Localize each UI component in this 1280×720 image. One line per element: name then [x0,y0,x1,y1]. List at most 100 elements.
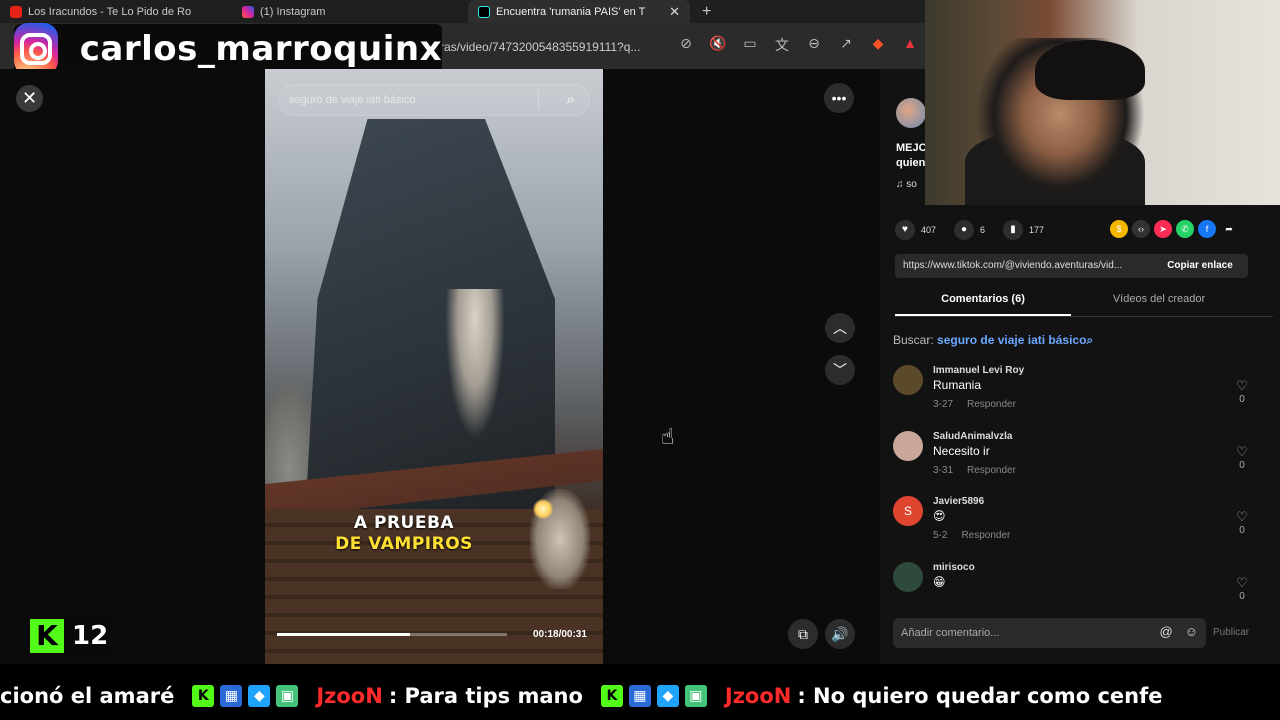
video-progress-bar[interactable] [277,633,507,636]
commenter-name[interactable]: SaludAnimalvzla [933,431,1012,442]
commenter-avatar[interactable] [893,365,923,395]
comment-meta: 5-2 Responder [933,530,1010,541]
volume-button[interactable]: 🔊 [825,619,855,649]
comment-like[interactable]: ♡ 0 [1235,445,1249,473]
url-field[interactable]: ras/video/7473200548355919111?q... [440,40,640,54]
copy-link-button[interactable]: Copiar enlace [1152,254,1248,278]
comment-stat[interactable]: ● 6 [954,220,985,240]
like-count: 407 [921,225,937,235]
share-icon[interactable]: ↗ [836,35,856,55]
heart-outline-icon: ♡ [1236,509,1248,524]
facebook-icon[interactable]: f [1198,220,1216,238]
ticker-content: cionó el amaré K ▦ ◆ ▣ JzooN : Para tips… [0,684,1181,708]
video-time: 00:18/00:31 [533,629,587,640]
cube-badge-icon: ◆ [656,685,679,707]
comment-meta: 3-31 Responder [933,465,1016,476]
search-icon: ⌕ [1086,333,1094,347]
comment-like-count: 0 [1239,525,1245,536]
search-icon[interactable]: ⌕ [567,91,575,108]
caption-line1: A PRUEBA [353,513,455,533]
ticker-username: JzooN [316,684,383,708]
tab-youtube[interactable]: Los Iracundos - Te Lo Pido de Ro [0,0,232,23]
tab-instagram[interactable]: (1) Instagram [232,0,468,23]
brave-shield-icon[interactable]: ◆ [868,35,888,55]
emoji-icon[interactable]: ☺ [1185,624,1198,639]
embed-icon[interactable]: ‹› [1132,220,1150,238]
left-backdrop [0,69,265,664]
buscar-query[interactable]: seguro de viaje iati básico [937,333,1086,347]
more-options-button[interactable]: ••• [824,83,854,113]
tab-tiktok[interactable]: Encuentra 'rumania PAIS' en T ✕ [468,0,690,23]
badge-group: K ▦ ◆ ▣ [600,685,707,707]
add-comment-input[interactable]: Añadir comentario... [901,627,999,639]
translate-icon[interactable]: 文 [772,35,792,55]
bookmark-icon: ▮ [1003,220,1024,240]
tab-close-icon[interactable]: ✕ [669,4,680,20]
previous-video-button[interactable]: ︿ [825,313,855,343]
reply-button[interactable]: Responder [967,399,1016,410]
music-label[interactable]: ♫ so [896,179,917,190]
comment-text: 😁 [933,575,946,589]
zoom-icon[interactable]: ⊖ [804,35,824,55]
tab-creator-videos[interactable]: Vídeos del creador [1071,293,1247,316]
creator-avatar[interactable] [896,98,926,128]
figure-image [445,289,505,439]
commenter-avatar[interactable]: S [893,496,923,526]
ticker-username: JzooN [724,684,792,708]
translate-off-icon[interactable]: ⊘ [676,35,696,55]
tab-comments[interactable]: Comentarios (6) [895,293,1071,316]
commenter-avatar[interactable] [893,562,923,592]
share-buttons: $ ‹› ➤ ✆ f ➦ [1110,220,1238,238]
comment-item: S Javier5896 😍 5-2 Responder ♡ 0 [893,496,1253,552]
video-link[interactable]: https://www.tiktok.com/@viviendo.aventur… [903,260,1153,271]
cast-icon[interactable]: ▭ [740,35,760,55]
reply-button[interactable]: Responder [961,530,1010,541]
mention-icon[interactable]: @ [1160,624,1173,639]
panel-tabs: Comentarios (6) Vídeos del creador [895,293,1273,317]
next-video-button[interactable]: ﹀ [825,355,855,385]
divider [538,92,539,110]
heart-outline-icon: ♡ [1236,575,1248,590]
gift-badge-icon: ▣ [684,685,707,707]
miniplayer-button[interactable]: ⧉ [788,619,818,649]
comment-icon: ● [954,220,975,240]
tab-label: Los Iracundos - Te Lo Pido de Ro [28,5,192,18]
video-player[interactable]: seguro de viaje iati básico ⌕ A PRUEBA D… [265,69,603,664]
progress-fill [277,633,411,636]
comment-like-count: 0 [1239,591,1245,600]
commenter-name[interactable]: Immanuel Levi Roy [933,365,1024,376]
new-tab-button[interactable]: + [690,3,723,21]
commenter-name[interactable]: mirisoco [933,562,975,573]
related-search[interactable]: Buscar: seguro de viaje iati básico⌕ [893,333,1093,348]
save-stat[interactable]: ▮ 177 [1003,220,1044,240]
video-search-input[interactable]: seguro de viaje iati básico [289,94,416,106]
hand-cursor-icon: ☝ [661,424,675,449]
publish-button[interactable]: Publicar [1213,627,1249,638]
comment-like[interactable]: ♡ 0 [1235,379,1249,407]
comment-item: Immanuel Levi Roy Rumania 3-27 Responder … [893,365,1253,421]
commenter-name[interactable]: Javier5896 [933,496,984,507]
whatsapp-icon[interactable]: ✆ [1176,220,1194,238]
kick-viewer-count: K 12 [20,611,112,661]
instagram-overlay: carlos_marroquinx [14,23,442,75]
instagram-logo-icon [14,23,58,75]
comment-like[interactable]: ♡ 0 [1235,575,1249,601]
viewer-count: 12 [72,621,109,651]
commenter-avatar[interactable] [893,431,923,461]
coin-icon[interactable]: $ [1110,220,1128,238]
share-arrow-icon[interactable]: ➦ [1220,220,1238,238]
like-stat[interactable]: ♥ 407 [895,220,936,240]
mute-icon[interactable]: 🔇 [708,35,728,55]
comment-like[interactable]: ♡ 0 [1235,510,1249,538]
comment-date: 3-27 [933,399,954,410]
kick-logo-icon: K [30,619,64,653]
reply-button[interactable]: Responder [967,465,1016,476]
comment-item: SaludAnimalvzla Necesito ir 3-31 Responde… [893,431,1253,487]
add-comment-box[interactable]: Añadir comentario... @ ☺ [893,618,1206,648]
close-video-button[interactable]: ✕ [16,85,43,112]
rewards-icon[interactable]: ▲ [900,35,920,55]
send-icon[interactable]: ➤ [1154,220,1172,238]
video-search-bar[interactable]: seguro de viaje iati básico ⌕ [278,84,590,116]
comment-item: mirisoco 😁 ♡ 0 [893,562,1253,600]
comment-like-count: 0 [1239,460,1245,471]
